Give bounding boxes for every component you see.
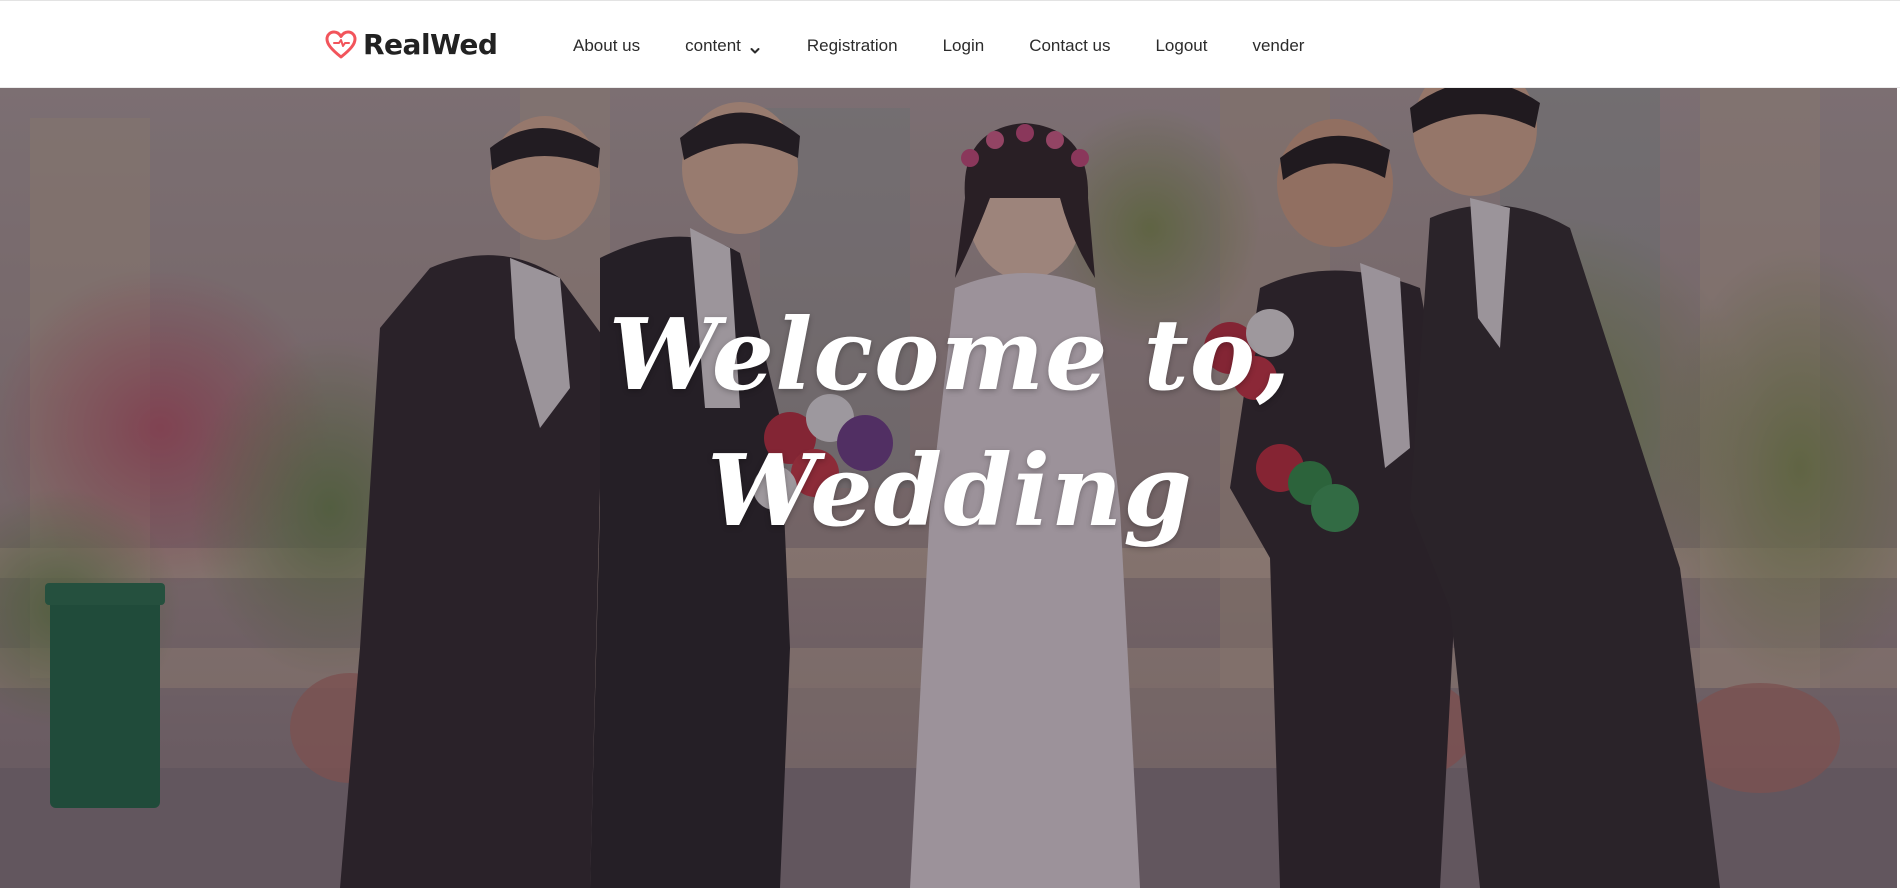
nav-logout[interactable]: Logout xyxy=(1155,36,1207,56)
heart-outline-icon xyxy=(325,30,357,60)
nav-login[interactable]: Login xyxy=(943,36,985,56)
nav-vender[interactable]: vender xyxy=(1252,36,1304,56)
page-bottom-edge xyxy=(0,888,1900,892)
hero-title: Welcome to, Wedding xyxy=(0,288,1900,560)
nav-contact-us[interactable]: Contact us xyxy=(1029,36,1110,56)
hero-title-line-2: Wedding xyxy=(707,434,1193,549)
brand-name: RealWed xyxy=(363,28,498,61)
nav-about-us[interactable]: About us xyxy=(573,36,640,56)
chevron-down-icon xyxy=(750,41,760,54)
brand-logo-link[interactable]: RealWed xyxy=(325,28,498,61)
nav-content-label: content xyxy=(685,36,741,55)
site-header: RealWed About us content Registration Lo… xyxy=(0,4,1900,88)
nav-registration[interactable]: Registration xyxy=(807,36,898,56)
hero-banner: Welcome to, Wedding xyxy=(0,88,1900,888)
main-nav: About us content Registration Login Cont… xyxy=(573,4,1304,88)
nav-content-dropdown[interactable]: content xyxy=(685,36,760,56)
hero-title-line-1: Welcome to, xyxy=(608,298,1292,413)
